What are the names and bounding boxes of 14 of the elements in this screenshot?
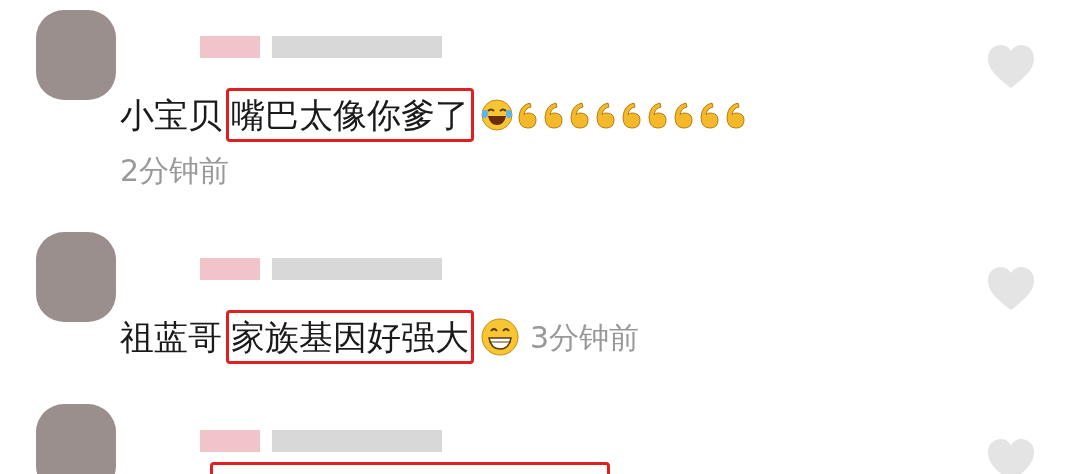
grinning-face-icon bbox=[480, 317, 520, 357]
avatar-placeholder[interactable] bbox=[36, 404, 116, 474]
blurred-name-bar bbox=[200, 430, 260, 452]
timestamp: 3分钟前 bbox=[530, 318, 640, 357]
laughing-face-icon bbox=[480, 98, 514, 132]
timestamp: 2分钟前 bbox=[120, 152, 231, 190]
comment-text: 祖蓝哥 bbox=[120, 316, 222, 359]
avatar-placeholder[interactable] bbox=[36, 10, 116, 100]
highlighted-comment-text: 嘴巴太像你爹了 bbox=[226, 88, 474, 142]
highlighted-comment-text: 家族基因好强大 bbox=[226, 310, 474, 364]
avatar-placeholder[interactable] bbox=[36, 232, 116, 322]
blurred-name-bar bbox=[200, 36, 260, 58]
comment-text: 小宝贝 bbox=[120, 94, 222, 137]
blurred-name-bar bbox=[200, 258, 260, 280]
